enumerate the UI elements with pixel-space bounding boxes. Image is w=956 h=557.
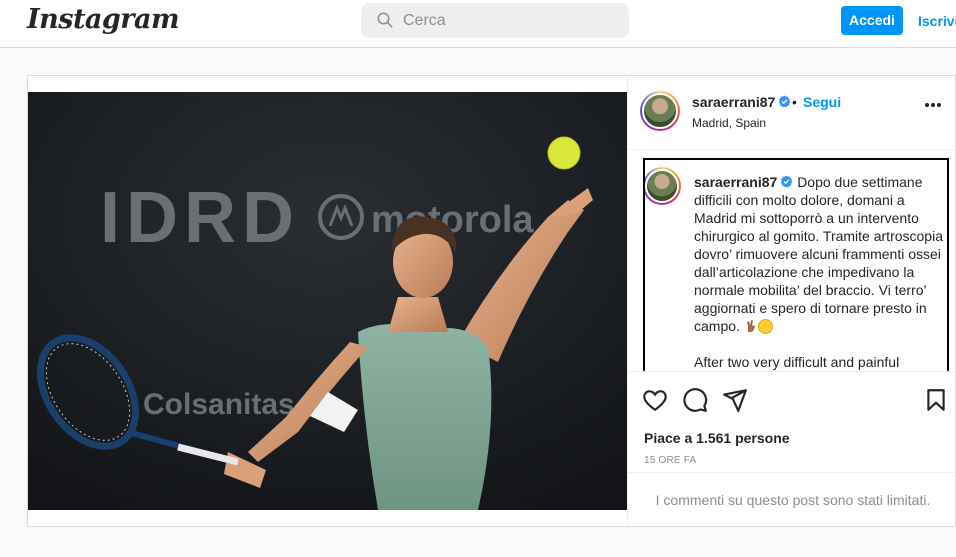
likes-count[interactable]: Piace a 1.561 persone <box>644 430 790 446</box>
author-avatar[interactable] <box>640 91 680 131</box>
share-icon[interactable] <box>722 387 748 413</box>
post-timestamp[interactable]: 15 ORE FA <box>644 455 696 466</box>
separator-dot: • <box>792 94 797 110</box>
instagram-logo[interactable]: Instagram <box>27 4 180 35</box>
post-card: IDRD motorola Colsanitas saraerrani87 • … <box>27 75 956 528</box>
verified-badge-icon <box>779 95 791 108</box>
post-author[interactable]: saraerrani87 <box>692 94 791 110</box>
verified-badge-icon <box>781 175 793 188</box>
banner-brand-idrd: IDRD <box>100 178 300 258</box>
comment-icon[interactable] <box>682 387 708 413</box>
signup-link[interactable]: Iscriviti <box>918 13 956 29</box>
caption-author[interactable]: saraerrani87 <box>694 174 777 190</box>
post-photo[interactable]: IDRD motorola Colsanitas <box>28 92 627 510</box>
banner-brand-colsanitas: Colsanitas <box>143 388 295 421</box>
comments-limited-notice: I commenti su questo post sono stati lim… <box>655 492 931 508</box>
caption-english: After two very difficult and painful <box>694 354 900 370</box>
more-options-icon[interactable] <box>924 102 942 108</box>
header-divider <box>628 149 956 150</box>
caption-divider <box>628 371 956 372</box>
search-icon <box>377 12 393 28</box>
post-sidebar: saraerrani87 • Segui Madrid, Spain sarae… <box>627 76 956 528</box>
caption-avatar[interactable] <box>645 167 681 205</box>
post-author-name[interactable]: saraerrani87 <box>692 94 775 110</box>
post-location[interactable]: Madrid, Spain <box>692 116 766 130</box>
search-box[interactable] <box>361 3 629 38</box>
search-input[interactable] <box>403 3 618 38</box>
heart-icon[interactable] <box>642 387 668 413</box>
crossed-fingers-emoji-icon <box>746 320 755 332</box>
smiling-face-emoji-icon <box>757 319 773 334</box>
follow-button[interactable]: Segui <box>803 94 841 110</box>
bookmark-icon[interactable] <box>923 387 949 413</box>
footer-divider <box>628 472 956 473</box>
caption-area: saraerrani87 Dopo due settimane difficil… <box>643 158 949 371</box>
tennis-ball <box>547 136 581 170</box>
caption-italian: Dopo due settimane difficili con molto d… <box>694 174 943 334</box>
top-navigation-bar: Instagram Accedi Iscriviti <box>0 0 956 48</box>
caption-text: saraerrani87 Dopo due settimane difficil… <box>694 173 947 371</box>
login-button[interactable]: Accedi <box>841 6 903 35</box>
